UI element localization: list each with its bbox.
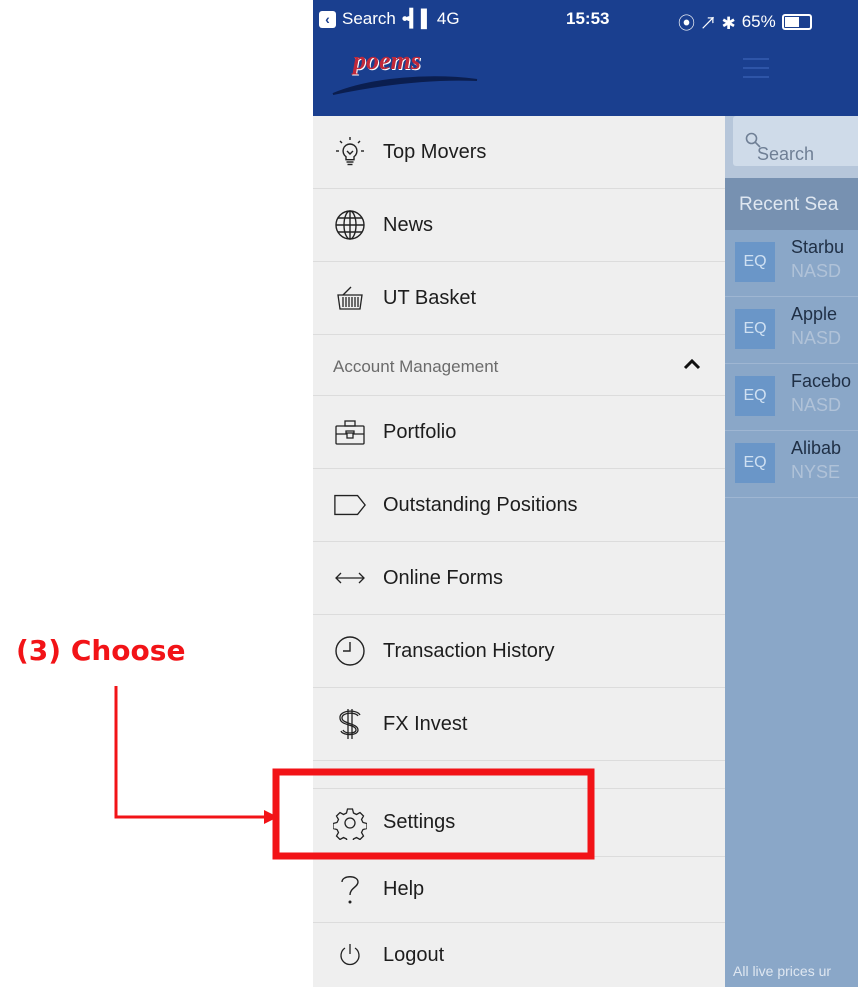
footer-note: All live prices ur <box>733 963 832 979</box>
recent-row[interactable]: EQ Starbu NASD <box>725 230 858 297</box>
menu-item-label: Portfolio <box>383 420 457 443</box>
menu-item-label: Transaction History <box>383 639 555 662</box>
menu-item-label: Help <box>383 878 425 900</box>
battery-icon <box>781 13 812 30</box>
tag-icon <box>333 488 367 522</box>
recent-row[interactable]: EQ Alibab NYSE <box>725 431 858 498</box>
menu-item-label: Online Forms <box>383 566 504 589</box>
stock-exchange: NYSE <box>791 462 841 482</box>
recent-row[interactable]: EQ Apple NASD <box>725 297 858 364</box>
menu-item-label: FX Invest <box>383 712 468 735</box>
power-icon <box>333 938 367 972</box>
dollar-icon <box>333 707 367 741</box>
menu-item-fx-invest[interactable]: FX Invest <box>313 688 725 761</box>
battery-percent: 65% <box>741 11 776 31</box>
recent-row[interactable]: EQ Facebo NASD <box>725 364 858 431</box>
menu-item-label: Outstanding Positions <box>383 493 578 516</box>
menu-item-help[interactable]: Help <box>313 857 725 923</box>
eq-badge: EQ <box>735 443 775 483</box>
menu-item-label: News <box>383 213 434 236</box>
stock-exchange: NASD <box>791 328 842 348</box>
phone-screen: ‹ Search ••▎▌ 4G 15:53 ⦿ ↗ ✱ 65% poems S… <box>313 0 858 987</box>
eq-badge: EQ <box>735 242 775 282</box>
search-input[interactable]: Search <box>733 116 858 166</box>
poems-logo: poems <box>331 40 481 106</box>
search-area: Search <box>725 116 858 178</box>
stock-exchange: NASD <box>791 261 842 281</box>
menu-item-transaction-history[interactable]: Transaction History <box>313 615 725 688</box>
annotation-arrow <box>114 686 278 824</box>
search-placeholder: Search <box>745 130 814 164</box>
recent-searches-header: Recent Sea <box>725 178 858 230</box>
section-account-management[interactable]: Account Management <box>313 335 725 396</box>
stock-exchange: NASD <box>791 395 842 415</box>
logo-swoosh-icon <box>332 76 478 95</box>
app-header: poems <box>313 40 858 116</box>
status-icons: ⦿ ↗ ✱ <box>678 14 736 33</box>
menu-item-logout[interactable]: Logout <box>313 923 725 987</box>
menu-item-outstanding-positions[interactable]: Outstanding Positions <box>313 469 725 542</box>
side-drawer: Top Movers News UT Basket Account Manage… <box>313 116 725 987</box>
signal-icon: ••▎▌ <box>401 9 433 28</box>
menu-item-label: UT Basket <box>383 286 476 309</box>
menu-item-label: Logout <box>383 943 445 966</box>
menu-item-label: Top Movers <box>383 140 487 163</box>
gear-icon <box>333 806 367 840</box>
recent-header-text: Recent Sea <box>739 194 839 215</box>
double-arrow-icon <box>333 561 367 595</box>
eq-badge: EQ <box>735 309 775 349</box>
stock-name: Apple <box>791 304 838 324</box>
back-app-icon[interactable]: ‹ <box>319 10 336 28</box>
status-time: 15:53 <box>566 9 610 28</box>
stock-name: Starbu <box>791 237 845 257</box>
menu-item-top-movers[interactable]: Top Movers <box>313 116 725 189</box>
underlying-screen: Search Recent Sea EQ Starbu NASD EQ Appl… <box>725 116 858 987</box>
stock-name: Alibab <box>791 438 842 458</box>
annotation-label: (3) Choose <box>16 634 186 667</box>
menu-item-portfolio[interactable]: Portfolio <box>313 396 725 469</box>
status-left: ‹ Search ••▎▌ 4G <box>319 9 460 29</box>
status-right: ⦿ ↗ ✱ 65% <box>678 9 812 34</box>
menu-item-ut-basket[interactable]: UT Basket <box>313 262 725 335</box>
menu-divider-space <box>313 761 725 789</box>
network-type: 4G <box>436 9 460 28</box>
chevron-up-icon[interactable] <box>683 357 701 371</box>
status-bar: ‹ Search ••▎▌ 4G 15:53 ⦿ ↗ ✱ 65% <box>313 0 858 40</box>
menu-item-online-forms[interactable]: Online Forms <box>313 542 725 615</box>
lightbulb-icon <box>333 135 367 169</box>
briefcase-icon <box>333 415 367 449</box>
question-icon <box>333 873 367 907</box>
eq-badge: EQ <box>735 376 775 416</box>
menu-item-news[interactable]: News <box>313 189 725 262</box>
clock-icon <box>333 634 367 668</box>
battery-fill <box>784 16 799 27</box>
basket-icon <box>333 281 367 315</box>
search-placeholder-text: Search <box>757 144 815 164</box>
stock-name: Facebo <box>791 371 852 391</box>
hamburger-icon[interactable] <box>743 58 769 78</box>
menu-item-settings[interactable]: Settings <box>313 789 725 857</box>
section-label: Account Management <box>333 357 499 376</box>
menu-item-label: Settings <box>383 811 456 833</box>
globe-icon <box>333 208 367 242</box>
back-app-label[interactable]: Search <box>342 9 396 29</box>
